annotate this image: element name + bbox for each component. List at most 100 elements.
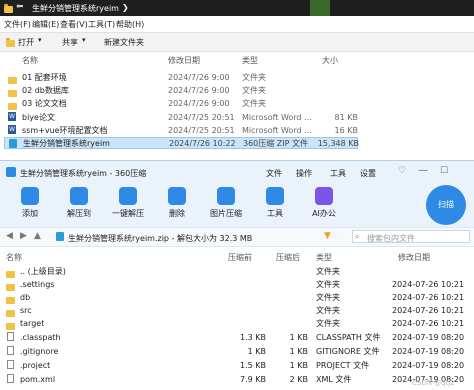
table-row[interactable]: .gitignore 1 KB 1 KB GITIGNORE 文件 2024-0… xyxy=(0,345,474,357)
zip-file-date: 2024-07-19 08:20 xyxy=(392,360,465,370)
zip-title-bar: 生鲜分销管理系统ryeim - 360压缩 文件 操作 工具 设置 ♡ — ☐ xyxy=(0,161,474,183)
zip-file-compressed: 7.9 KB xyxy=(240,374,266,384)
explorer-nav-arrow-icon[interactable]: ❯ xyxy=(122,3,129,12)
file-name: 01 配套环境 xyxy=(22,72,67,82)
file-date: 2024/7/26 9:00 xyxy=(168,72,230,82)
table-row[interactable]: db 文件夹 2024-07-26 10:21 xyxy=(0,291,474,304)
folder-icon xyxy=(6,309,15,317)
zip-file-name: pom.xml xyxy=(20,374,56,384)
zip-file-name: db xyxy=(20,292,31,302)
explorer-folder-icon xyxy=(4,4,13,13)
search-box[interactable]: ⌕ 搜索包内文件 xyxy=(352,230,470,243)
table-row[interactable]: src 文件夹 2024-07-26 10:21 xyxy=(0,304,474,317)
maximize-icon[interactable]: ☐ xyxy=(440,166,448,176)
one-click-extract-button[interactable]: 一键解压 xyxy=(108,187,148,219)
zip-col-compressed[interactable]: 压缩前 xyxy=(228,252,252,263)
col-size[interactable]: 大小 xyxy=(322,55,338,66)
zip-file-date: 2024-07-26 10:21 xyxy=(392,292,465,302)
zip-file-type: GITIGNORE 文件 xyxy=(316,346,380,356)
explorer-title: 生鲜分销管理系统ryeim xyxy=(32,4,119,13)
menu-help[interactable]: 帮助(H) xyxy=(116,19,144,30)
table-row[interactable]: pom.xml 7.9 KB 2 KB XML 文件 2024-07-19 08… xyxy=(0,373,474,385)
zip-window: 生鲜分销管理系统ryeim - 360压缩 文件 操作 工具 设置 ♡ — ☐ … xyxy=(0,160,474,390)
delete-button[interactable]: 删除 xyxy=(157,187,197,219)
menu-file[interactable]: 文件(F) xyxy=(4,19,31,30)
add-button[interactable]: 添加 xyxy=(10,187,50,219)
extract-button[interactable]: 解压到 xyxy=(59,187,99,219)
zip-file-name: src xyxy=(20,305,32,315)
menu-view[interactable]: 查看(V) xyxy=(60,19,88,30)
table-row[interactable]: .classpath 1.3 KB 1 KB CLASSPATH 文件 2024… xyxy=(0,331,474,343)
explorer-back-icon[interactable]: ⬅ xyxy=(16,2,24,12)
tools-label: 工具 xyxy=(267,209,283,218)
table-row[interactable]: .settings 文件夹 2024-07-26 10:21 xyxy=(0,278,474,291)
share-button[interactable]: 共享 xyxy=(62,37,78,48)
col-name[interactable]: 名称 xyxy=(22,55,38,66)
menu-edit[interactable]: 编辑(E) xyxy=(32,19,59,30)
skin-icon[interactable]: ♡ xyxy=(398,166,406,176)
tools-button[interactable]: 工具 xyxy=(255,187,295,219)
title-menu-settings[interactable]: 设置 xyxy=(360,168,376,179)
search-icon: ⌕ xyxy=(355,232,360,241)
extract-label: 解压到 xyxy=(67,209,91,218)
zip-file-date: 2024-07-26 10:21 xyxy=(392,318,465,328)
table-row[interactable]: target 文件夹 2024-07-26 10:21 xyxy=(0,317,474,330)
zip-file-type: 文件夹 xyxy=(316,318,340,328)
zip-file-type: PROJECT 文件 xyxy=(316,360,370,370)
zip-col-name[interactable]: 名称 xyxy=(6,252,22,263)
file-size: 81 KB xyxy=(334,112,358,122)
path-dropdown-icon[interactable]: ▼ xyxy=(324,231,331,241)
zip-file-compressed: 1.5 KB xyxy=(240,360,266,370)
folder-icon xyxy=(8,89,17,97)
open-dropdown-icon[interactable]: ▾ xyxy=(38,36,42,44)
zip-address-bar: ◀ ▶ ▲ 生鲜分销管理系统ryeim.zip - 解包大小为 32.3 MB … xyxy=(0,227,474,247)
col-type[interactable]: 类型 xyxy=(242,55,258,66)
share-dropdown-icon[interactable]: ▾ xyxy=(82,36,86,44)
file-type: 文件夹 xyxy=(242,98,266,108)
zip-window-title: 生鲜分销管理系统ryeim - 360压缩 xyxy=(20,169,147,178)
zip-col-after[interactable]: 压缩后 xyxy=(276,252,300,263)
list-item[interactable]: W ssm+vue环境配置文档 2024/7/25 20:51 Microsof… xyxy=(0,124,474,136)
zip-col-type[interactable]: 类型 xyxy=(316,252,332,263)
zip-toolbar: 添加 解压到 一键解压 删除 图片压缩 工具 AI办公 扫描 xyxy=(0,183,474,227)
file-date: 2024/7/26 9:00 xyxy=(168,98,230,108)
zip-file-after: 1 KB xyxy=(289,360,308,370)
file-name: 生鲜分销管理系统ryeim xyxy=(23,138,110,148)
scan-button[interactable]: 扫描 xyxy=(426,185,466,225)
list-item[interactable]: 03 论文文档 2024/7/26 9:00 文件夹 xyxy=(0,97,474,110)
file-icon xyxy=(7,346,14,355)
title-menu-tools[interactable]: 工具 xyxy=(330,168,346,179)
table-row[interactable]: .project 1.5 KB 1 KB PROJECT 文件 2024-07-… xyxy=(0,359,474,371)
zip-file-name: .settings xyxy=(20,279,55,289)
extract-icon xyxy=(70,187,88,205)
list-item-selected[interactable]: 生鲜分销管理系统ryeim 2024/7/26 10:22 360压缩 ZIP … xyxy=(4,137,359,149)
new-folder-button[interactable]: 新建文件夹 xyxy=(104,37,144,48)
col-date[interactable]: 修改日期 xyxy=(168,55,200,66)
zip-file-type: CLASSPATH 文件 xyxy=(316,332,381,342)
back-icon[interactable]: ◀ xyxy=(6,231,13,241)
watermark: CSDN @qq2 xyxy=(412,379,455,387)
zip-file-type: 文件夹 xyxy=(316,292,340,302)
image-compress-label: 图片压缩 xyxy=(210,209,242,218)
up-icon[interactable]: ▲ xyxy=(34,231,41,241)
add-label: 添加 xyxy=(22,209,38,218)
add-icon xyxy=(21,187,39,205)
list-item[interactable]: W biye论文 2024/7/25 20:51 Microsoft Word … xyxy=(0,111,474,123)
title-menu-action[interactable]: 操作 xyxy=(296,168,312,179)
list-item[interactable]: 02 db数据库 2024/7/26 9:00 文件夹 xyxy=(0,84,474,97)
image-compress-button[interactable]: 图片压缩 xyxy=(206,187,246,219)
minimize-icon[interactable]: — xyxy=(418,165,428,176)
zip-file-icon xyxy=(9,139,17,148)
table-row[interactable]: .. (上级目录) 文件夹 xyxy=(0,265,474,278)
zip-file-list: .. (上级目录) 文件夹 .settings 文件夹 2024-07-26 1… xyxy=(0,265,474,389)
ai-office-button[interactable]: AI办公 xyxy=(304,187,344,219)
open-button[interactable]: 打开 xyxy=(18,37,34,48)
menu-tools[interactable]: 工具(T) xyxy=(88,19,115,30)
title-menu-file[interactable]: 文件 xyxy=(266,168,282,179)
file-name: ssm+vue环境配置文档 xyxy=(22,125,108,135)
zip-col-date[interactable]: 修改日期 xyxy=(398,252,430,263)
file-date: 2024/7/25 20:51 xyxy=(168,125,235,135)
list-item[interactable]: 01 配套环境 2024/7/26 9:00 文件夹 xyxy=(0,71,474,84)
forward-icon[interactable]: ▶ xyxy=(20,231,27,241)
file-date: 2024/7/26 9:00 xyxy=(168,85,230,95)
